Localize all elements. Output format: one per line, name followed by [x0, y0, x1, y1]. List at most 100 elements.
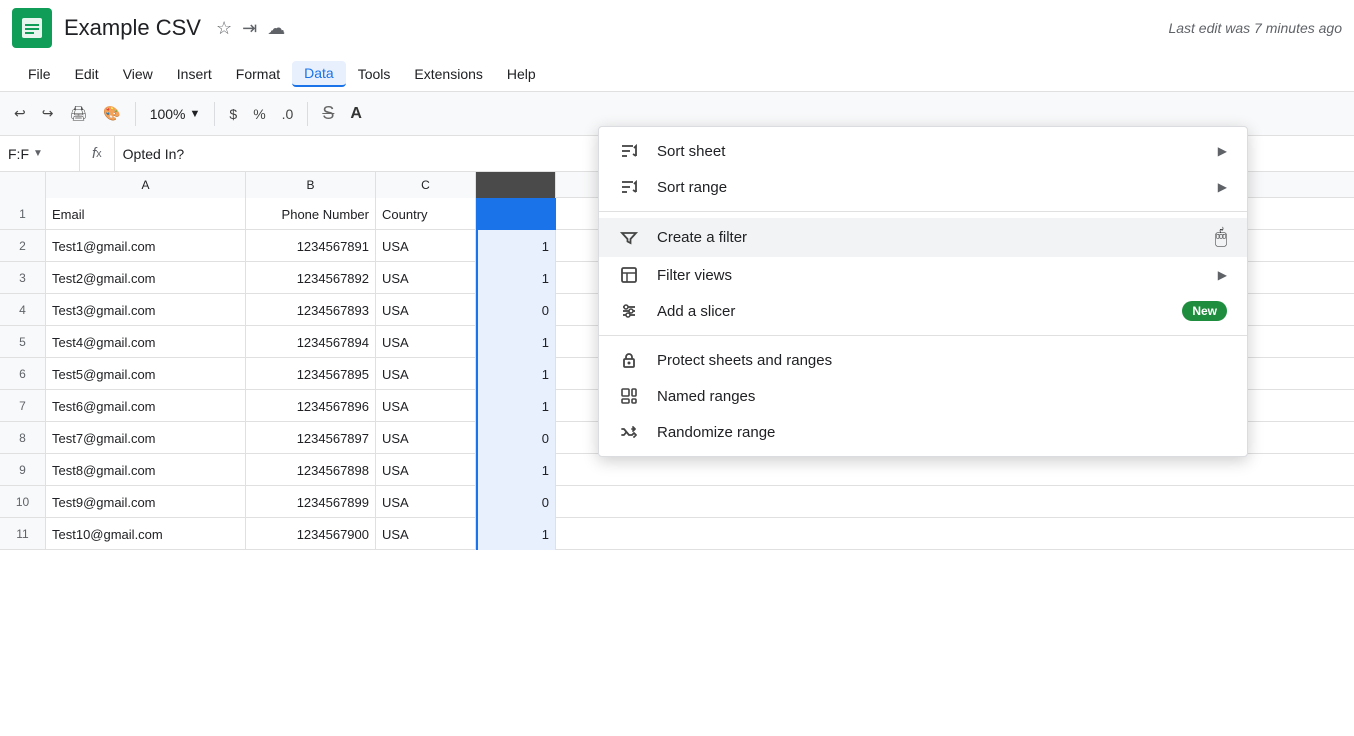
menu-format[interactable]: Format — [224, 62, 292, 86]
cloud-icon[interactable]: ☁ — [267, 18, 285, 39]
menu-item-filter-views[interactable]: Filter views ▶ — [599, 257, 1247, 293]
cell-c[interactable]: USA — [376, 294, 476, 326]
menu-item-add-slicer[interactable]: Add a slicer New — [599, 293, 1247, 329]
menu-item-create-filter[interactable]: Create a filter 🖱 — [599, 218, 1247, 257]
add-slicer-label: Add a slicer — [657, 303, 1182, 320]
row-num: 11 — [0, 518, 46, 549]
undo-button[interactable]: ↩ — [8, 101, 32, 126]
menu-data[interactable]: Data — [292, 61, 346, 87]
menu-item-sort-range[interactable]: Sort range ▶ — [599, 169, 1247, 205]
cell-b[interactable]: 1234567893 — [246, 294, 376, 326]
cell-a[interactable]: Test1@gmail.com — [46, 230, 246, 262]
cell-last[interactable]: 1 — [476, 358, 556, 390]
menu-divider-2 — [599, 335, 1247, 336]
menu-edit[interactable]: Edit — [63, 62, 111, 86]
row-num: 6 — [0, 358, 46, 389]
cell-last[interactable]: 0 — [476, 294, 556, 326]
cell-b[interactable]: 1234567897 — [246, 422, 376, 454]
cell-1-last[interactable] — [476, 198, 556, 230]
cell-last[interactable]: 1 — [476, 390, 556, 422]
percent-button[interactable]: % — [247, 102, 271, 126]
cell-b[interactable]: 1234567892 — [246, 262, 376, 294]
cell-c[interactable]: USA — [376, 422, 476, 454]
cell-b[interactable]: 1234567899 — [246, 486, 376, 518]
cell-a[interactable]: Test2@gmail.com — [46, 262, 246, 294]
cell-last[interactable]: 1 — [476, 326, 556, 358]
cell-last[interactable]: 0 — [476, 422, 556, 454]
title-bar: Example CSV ☆ ⇥ ☁ Last edit was 7 minute… — [0, 0, 1354, 56]
cell-a[interactable]: Test4@gmail.com — [46, 326, 246, 358]
cell-last[interactable]: 1 — [476, 454, 556, 486]
row-num: 10 — [0, 486, 46, 517]
cell-a[interactable]: Test8@gmail.com — [46, 454, 246, 486]
sort-range-icon — [619, 177, 643, 197]
menu-tools[interactable]: Tools — [346, 62, 403, 86]
cell-last[interactable]: 0 — [476, 486, 556, 518]
row-num-1: 1 — [0, 198, 46, 229]
col-header-b[interactable]: B — [246, 172, 376, 198]
cell-last[interactable]: 1 — [476, 230, 556, 262]
table-row: 9 Test8@gmail.com 1234567898 USA 1 — [0, 454, 1354, 486]
move-icon[interactable]: ⇥ — [242, 18, 257, 39]
menu-extensions[interactable]: Extensions — [402, 62, 494, 86]
last-edit-text: Last edit was 7 minutes ago — [1168, 20, 1342, 36]
filter-views-label: Filter views — [657, 267, 1218, 284]
cell-c[interactable]: USA — [376, 390, 476, 422]
cell-last[interactable]: 1 — [476, 262, 556, 294]
cell-b[interactable]: 1234567896 — [246, 390, 376, 422]
cell-1c[interactable]: Country — [376, 198, 476, 230]
cell-reference[interactable]: F:F ▼ — [0, 136, 80, 171]
cell-a[interactable]: Test3@gmail.com — [46, 294, 246, 326]
cell-b[interactable]: 1234567894 — [246, 326, 376, 358]
menu-item-named-ranges[interactable]: Named ranges — [599, 378, 1247, 414]
create-filter-label: Create a filter — [657, 229, 1207, 246]
cell-a[interactable]: Test7@gmail.com — [46, 422, 246, 454]
cell-b[interactable]: 1234567895 — [246, 358, 376, 390]
dollar-button[interactable]: $ — [223, 102, 243, 126]
redo-button[interactable]: ↪ — [36, 101, 60, 126]
cell-1b[interactable]: Phone Number — [246, 198, 376, 230]
underline-button[interactable]: A — [344, 101, 368, 127]
filter-views-arrow: ▶ — [1218, 268, 1227, 282]
toolbar-sep-2 — [214, 102, 215, 126]
strikethrough-button[interactable]: S — [316, 99, 340, 128]
randomize-range-icon — [619, 422, 643, 442]
cell-a[interactable]: Test9@gmail.com — [46, 486, 246, 518]
menu-view[interactable]: View — [111, 62, 165, 86]
cell-a[interactable]: Test5@gmail.com — [46, 358, 246, 390]
paint-format-button[interactable]: 🎨 — [97, 101, 126, 126]
cell-b[interactable]: 1234567898 — [246, 454, 376, 486]
star-icon[interactable]: ☆ — [216, 18, 232, 39]
cell-c[interactable]: USA — [376, 358, 476, 390]
col-header-c[interactable]: C — [376, 172, 476, 198]
menu-item-protect-sheets[interactable]: Protect sheets and ranges — [599, 342, 1247, 378]
menu-item-sort-sheet[interactable]: Sort sheet ▶ — [599, 133, 1247, 169]
cell-last[interactable]: 1 — [476, 518, 556, 550]
data-dropdown-menu: Sort sheet ▶ Sort range ▶ Create a filte… — [598, 126, 1248, 457]
cell-ref-dropdown-arrow[interactable]: ▼ — [33, 148, 43, 159]
cell-b[interactable]: 1234567900 — [246, 518, 376, 550]
cell-c[interactable]: USA — [376, 518, 476, 550]
cell-c[interactable]: USA — [376, 326, 476, 358]
print-button[interactable]: 🖨 — [63, 101, 93, 126]
app-icon — [12, 8, 52, 48]
menu-file[interactable]: File — [16, 62, 63, 86]
menu-item-randomize-range[interactable]: Randomize range — [599, 414, 1247, 450]
sort-sheet-arrow: ▶ — [1218, 144, 1227, 158]
cell-c[interactable]: USA — [376, 454, 476, 486]
cell-1a[interactable]: Email — [46, 198, 246, 230]
menu-insert[interactable]: Insert — [165, 62, 224, 86]
cell-a[interactable]: Test10@gmail.com — [46, 518, 246, 550]
cell-a[interactable]: Test6@gmail.com — [46, 390, 246, 422]
cell-b[interactable]: 1234567891 — [246, 230, 376, 262]
col-header-selected[interactable] — [476, 172, 556, 198]
decimal-button[interactable]: .0 — [276, 102, 300, 126]
cell-c[interactable]: USA — [376, 486, 476, 518]
named-ranges-icon — [619, 386, 643, 406]
cell-c[interactable]: USA — [376, 230, 476, 262]
cell-c[interactable]: USA — [376, 262, 476, 294]
zoom-control[interactable]: 100% ▼ — [144, 104, 207, 124]
col-header-a[interactable]: A — [46, 172, 246, 198]
menu-help[interactable]: Help — [495, 62, 548, 86]
fx-icon: fx — [80, 136, 115, 171]
